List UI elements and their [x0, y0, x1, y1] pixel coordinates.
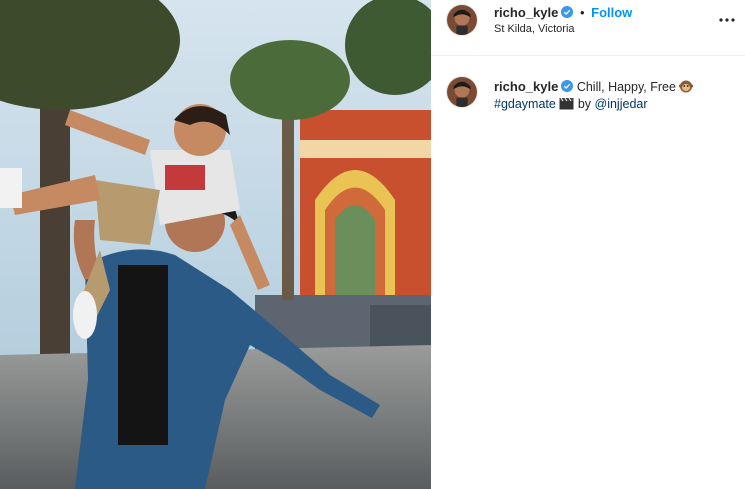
clapper-board-emoji [559, 97, 574, 110]
follow-button[interactable]: Follow [591, 5, 632, 20]
avatar-image [447, 5, 477, 35]
more-options-icon[interactable] [715, 10, 739, 30]
by-text: by [577, 97, 592, 111]
monkey-face-emoji [679, 79, 694, 93]
location-link[interactable]: St Kilda, Victoria [494, 23, 575, 35]
caption-avatar[interactable] [446, 76, 478, 108]
verified-badge-icon [561, 80, 574, 92]
caption-text-block: richo_kyle Chill, Happy, Free #gdaymate … [494, 78, 734, 113]
header-user-line: richo_kyle • Follow [494, 5, 632, 20]
post-header: richo_kyle • Follow St Kilda, Victoria [431, 0, 745, 56]
mention-link[interactable]: @injjedar [595, 97, 648, 111]
caption-text: Chill, Happy, Free [576, 80, 676, 94]
hashtag-link[interactable]: #gdaymate [494, 97, 556, 111]
avatar[interactable] [446, 4, 478, 36]
caption-username-link[interactable]: richo_kyle [494, 79, 558, 94]
username-link[interactable]: richo_kyle [494, 5, 558, 20]
avatar-image [447, 77, 477, 107]
photo-image [0, 0, 431, 489]
post-photo[interactable] [0, 0, 431, 489]
post-side-panel: richo_kyle • Follow St Kilda, Victoria r… [431, 0, 745, 489]
separator-dot: • [579, 5, 585, 20]
verified-badge-icon [561, 6, 574, 18]
